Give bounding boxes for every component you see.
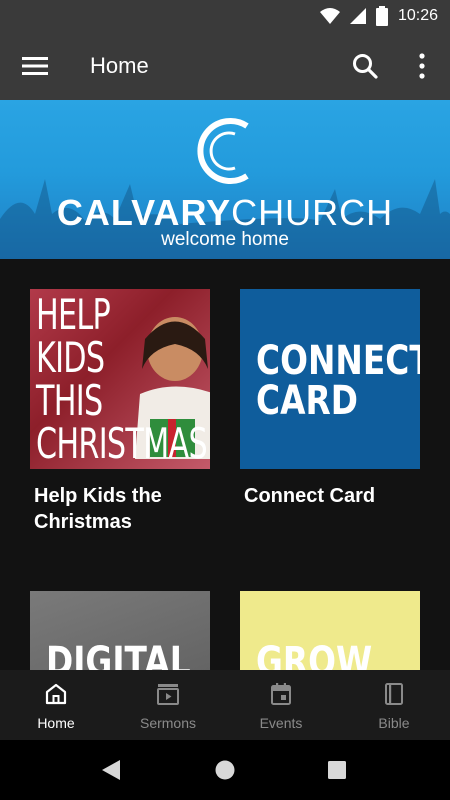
- card-thumbnail[interactable]: HELP KIDS THIS CHRISTMAS: [30, 289, 210, 469]
- nav-events[interactable]: Events: [225, 670, 337, 740]
- church-banner[interactable]: CALVARYCHURCH welcome home: [0, 100, 450, 259]
- brand-tagline: welcome home: [161, 229, 289, 250]
- book-icon: [385, 683, 403, 705]
- card-thumbnail[interactable]: CONNECT CARD: [240, 289, 420, 469]
- calendar-icon: [271, 683, 291, 705]
- status-time: 10:26: [397, 7, 438, 24]
- nav-label: Sermons: [139, 715, 197, 731]
- nav-label: Bible: [378, 715, 410, 731]
- brand-light: CHURCH: [231, 192, 394, 233]
- card-thumb-text: HELP KIDS THIS CHRISTMAS: [36, 290, 208, 468]
- sermons-icon: [157, 684, 179, 705]
- card-title[interactable]: Connect Card: [244, 483, 424, 509]
- nav-sermons[interactable]: Sermons: [112, 670, 224, 740]
- brand-bold: CALVARY: [56, 192, 232, 233]
- bottom-navigation: Home Sermons Events Bible: [0, 670, 450, 740]
- thumb-line: CONNECT: [256, 338, 420, 384]
- recents-icon[interactable]: [327, 760, 347, 780]
- nav-home[interactable]: Home: [0, 670, 112, 740]
- thumb-line: KIDS: [36, 333, 105, 382]
- home-circle-icon[interactable]: [214, 759, 236, 781]
- card-title[interactable]: Help Kids the Christmas: [34, 483, 214, 535]
- nav-label: Events: [259, 715, 303, 731]
- menu-icon[interactable]: [22, 54, 48, 78]
- thumb-line: HELP: [36, 290, 111, 339]
- page-title: Home: [90, 53, 149, 78]
- brand-name: CALVARYCHURCH: [0, 192, 450, 234]
- wifi-icon: [319, 8, 340, 24]
- signal-icon: [349, 8, 366, 24]
- more-vert-icon[interactable]: [414, 52, 430, 80]
- status-bar: 10:26: [0, 0, 450, 32]
- search-icon[interactable]: [352, 53, 378, 79]
- nav-bible[interactable]: Bible: [338, 670, 450, 740]
- back-icon[interactable]: [100, 759, 122, 781]
- thumb-line: THIS: [36, 376, 103, 425]
- battery-icon: [375, 6, 388, 26]
- system-navigation-bar: [0, 740, 450, 800]
- thumb-line: CARD: [256, 378, 358, 424]
- church-logo-icon: [197, 118, 249, 184]
- home-icon: [45, 683, 67, 705]
- thumb-line: CHRISTMAS: [36, 419, 208, 468]
- nav-label: Home: [37, 715, 75, 731]
- app-bar: Home: [0, 32, 450, 100]
- card-thumb-text: CONNECT CARD: [256, 341, 420, 421]
